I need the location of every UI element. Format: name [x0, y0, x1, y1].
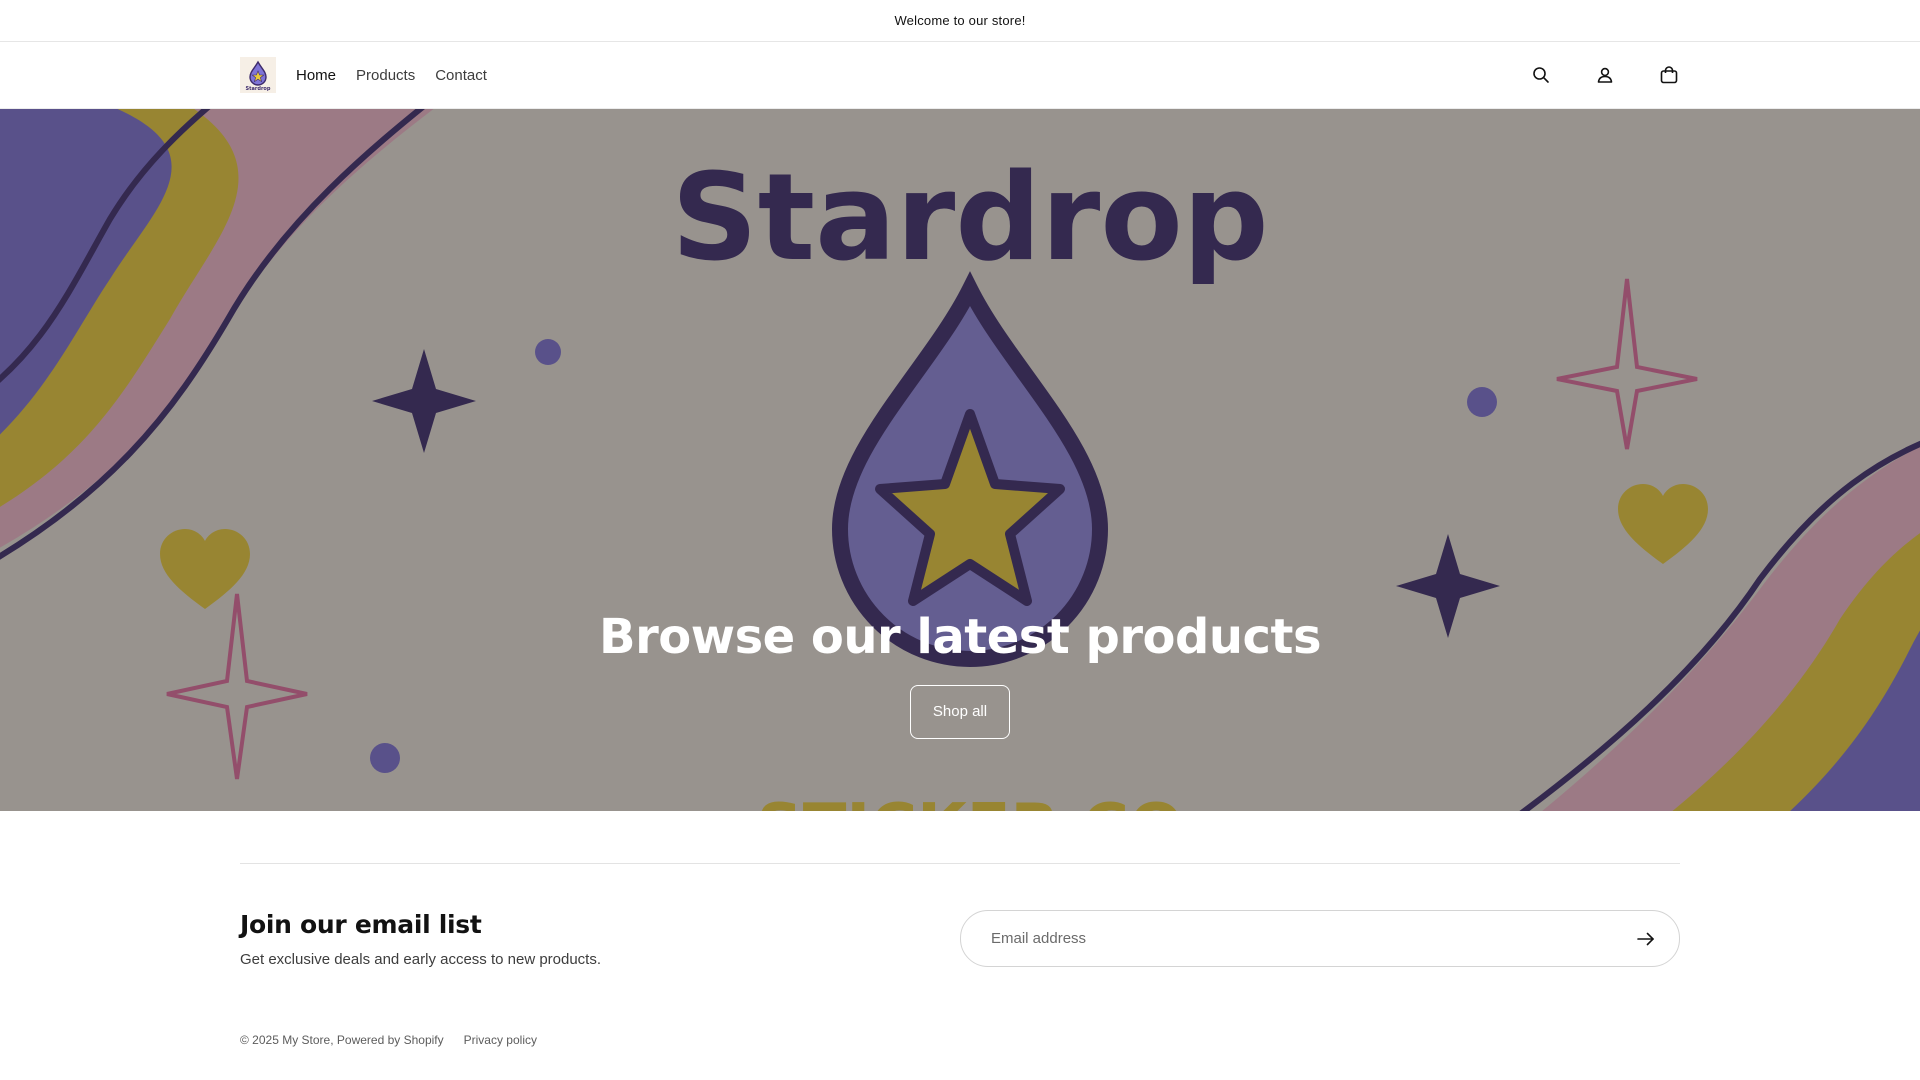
nav-contact[interactable]: Contact	[435, 67, 487, 84]
store-logo[interactable]: Stardrop	[240, 57, 276, 93]
main-nav: Home Products Contact	[296, 67, 507, 84]
newsletter-subtext: Get exclusive deals and early access to …	[240, 951, 602, 968]
email-field-wrapper	[960, 910, 1680, 967]
newsletter-section: Join our email list Get exclusive deals …	[240, 863, 1680, 968]
hero-content: Browse our latest products Shop all	[0, 609, 1920, 739]
hero-title: Browse our latest products	[598, 609, 1322, 665]
announcement-bar: Welcome to our store!	[0, 0, 1920, 42]
privacy-policy-link[interactable]: Privacy policy	[464, 1033, 537, 1047]
section-divider	[240, 863, 1680, 864]
search-icon[interactable]	[1530, 64, 1552, 86]
hero-banner: Stardrop STICKER CO Browse our latest pr…	[0, 109, 1920, 811]
nav-products[interactable]: Products	[356, 67, 415, 84]
site-footer: © 2025 My Store, Powered by Shopify Priv…	[240, 1033, 537, 1047]
announcement-text: Welcome to our store!	[894, 13, 1026, 28]
logo-wordmark: Stardrop	[246, 86, 271, 92]
site-header: Stardrop Home Products Contact	[0, 42, 1920, 109]
header-icons	[1530, 64, 1680, 86]
cart-icon[interactable]	[1658, 64, 1680, 86]
shop-all-button[interactable]: Shop all	[910, 684, 1010, 739]
copyright-text: © 2025 My Store, Powered by Shopify	[240, 1033, 444, 1047]
account-icon[interactable]	[1594, 64, 1616, 86]
newsletter-heading: Join our email list	[240, 910, 482, 939]
email-field[interactable]	[989, 929, 1635, 948]
nav-home[interactable]: Home	[296, 67, 336, 84]
arrow-right-icon[interactable]	[1635, 928, 1657, 950]
